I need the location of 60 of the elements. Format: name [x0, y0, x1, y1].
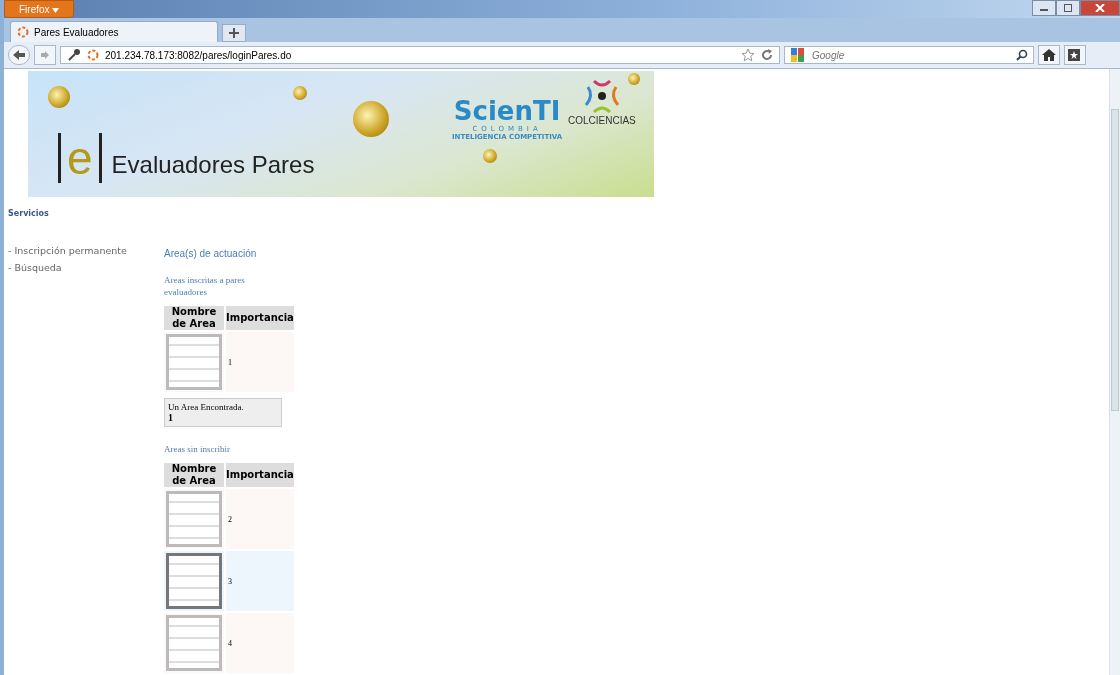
result-count: 1 [168, 412, 174, 423]
close-icon [1095, 4, 1105, 12]
close-button[interactable] [1080, 0, 1120, 16]
sidebar-link[interactable]: - Búsqueda [8, 262, 164, 273]
image-placeholder [166, 334, 222, 390]
table-cell: 3 [226, 551, 294, 611]
loading-icon [87, 49, 99, 61]
logo-letter: e [58, 133, 102, 183]
image-placeholder [166, 553, 222, 609]
table-title: Areas inscritas a pares evaluadores [164, 274, 246, 298]
bookmarks-button[interactable] [1064, 45, 1086, 65]
column-header: Nombre de Area [164, 463, 224, 487]
minimize-button[interactable] [1032, 0, 1056, 16]
brand-name: ScienTI [453, 97, 561, 125]
result-text: Un Area Encontrada. [168, 402, 245, 412]
table-cell[interactable] [164, 332, 224, 392]
sphere-icon [48, 86, 70, 108]
new-tab-button[interactable] [222, 24, 246, 42]
caret-icon [52, 7, 60, 13]
sphere-icon [483, 149, 497, 163]
home-button[interactable] [1038, 45, 1060, 65]
sphere-icon [628, 73, 640, 85]
sphere-icon [293, 86, 307, 100]
maximize-button[interactable] [1056, 0, 1080, 16]
tab-title: Pares Evaluadores [34, 26, 119, 38]
sidebar-link[interactable]: - Inscripción permanente [8, 245, 164, 256]
search-engine-icon [790, 47, 806, 63]
image-placeholder [166, 491, 222, 547]
search-icon[interactable] [1016, 49, 1028, 61]
search-bar[interactable]: Google [784, 46, 1034, 64]
address-bar[interactable]: 201.234.78.173:8082/pares/loginPares.do [60, 46, 780, 64]
table-cell[interactable] [164, 489, 224, 549]
maximize-icon [1063, 4, 1073, 12]
star-icon[interactable] [741, 48, 755, 62]
table-cell[interactable] [164, 551, 224, 611]
column-header: Nombre de Area [164, 306, 224, 330]
table-cell: 2 [226, 489, 294, 549]
forward-arrow-icon [40, 50, 50, 60]
back-button[interactable] [8, 45, 30, 65]
org-name: COLCIENCIAS [568, 115, 636, 126]
url-text: 201.234.78.173:8082/pares/loginPares.do [105, 49, 293, 61]
image-placeholder [166, 615, 222, 671]
banner-title: Evaluadores Pares [111, 151, 315, 180]
table-cell: 1 [226, 332, 294, 392]
section-heading: Area(s) de actuación [164, 248, 258, 259]
plus-icon [229, 28, 239, 38]
sidebar-heading: Servicios [8, 209, 50, 218]
back-arrow-icon [12, 49, 26, 61]
home-icon [1042, 49, 1056, 61]
column-header: Importancia [226, 306, 294, 330]
browser-tab[interactable]: Pares Evaluadores [10, 21, 218, 42]
loading-icon [17, 26, 29, 38]
key-icon [67, 48, 81, 62]
sphere-icon [353, 101, 389, 137]
column-header: Importancia [226, 463, 294, 487]
table-cell[interactable] [164, 613, 224, 673]
scrollbar[interactable] [1109, 69, 1120, 675]
reload-icon[interactable] [761, 49, 773, 61]
table-title: Areas sin inscribir [164, 443, 231, 455]
table-cell: 4 [226, 613, 294, 673]
